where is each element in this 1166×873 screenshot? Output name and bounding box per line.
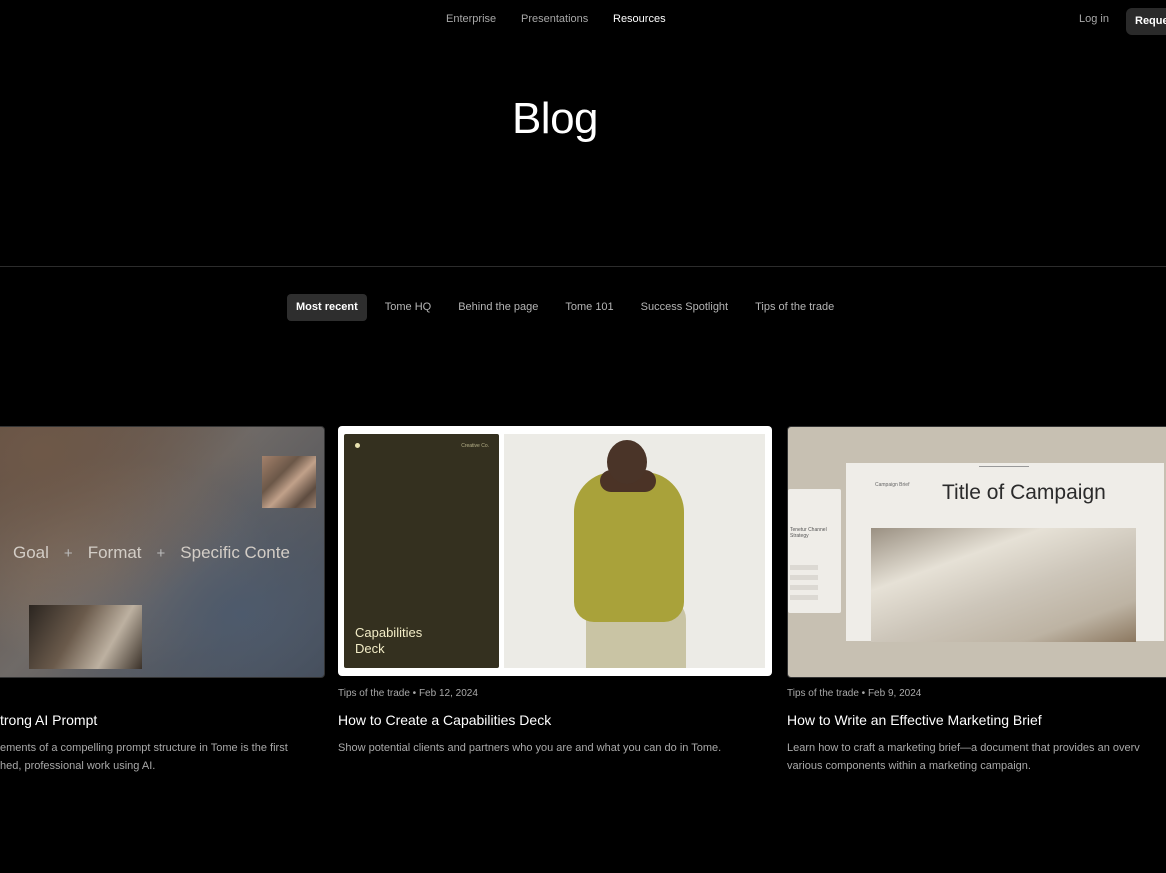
deck-company-label: Creative Co.	[461, 443, 489, 449]
campaign-slide-title: Title of Campaign	[942, 481, 1106, 504]
panel-row	[790, 585, 818, 590]
request-demo-button[interactable]: Reque	[1126, 8, 1166, 35]
filter-tome-101[interactable]: Tome 101	[556, 294, 622, 321]
panel-row	[790, 595, 818, 600]
filter-most-recent[interactable]: Most recent	[287, 294, 367, 321]
panel-row	[790, 575, 818, 580]
post-title-marketing[interactable]: How to Write an Effective Marketing Brie…	[787, 712, 1042, 728]
side-panel-slide: Tenetur Channel Strategy	[788, 489, 841, 613]
prompt-formula: Goal + Format + Specific Conte	[13, 543, 290, 563]
page-title: Blog	[511, 94, 599, 143]
campaign-brief-label: Campaign Brief	[875, 482, 910, 488]
post-title-capabilities[interactable]: How to Create a Capabilities Deck	[338, 712, 551, 728]
filter-tome-hq[interactable]: Tome HQ	[376, 294, 440, 321]
post-thumbnail-capabilities-deck[interactable]: Creative Co. Capabilities Deck	[338, 426, 772, 676]
panel-row	[790, 565, 818, 570]
nav-link-resources[interactable]: Resources	[613, 13, 666, 25]
prompt-part-format: Format	[87, 543, 142, 562]
plus-sign: +	[63, 545, 73, 562]
post-title-ai-prompt[interactable]: trong AI Prompt	[0, 712, 97, 728]
figure-jacket	[574, 472, 684, 622]
marble-texture-image	[262, 456, 316, 508]
filter-tips-of-the-trade[interactable]: Tips of the trade	[746, 294, 843, 321]
divider	[0, 266, 1166, 267]
description-line: Learn how to craft a marketing brief—a d…	[787, 742, 1140, 754]
campaign-slide: Campaign Brief Title of Campaign	[846, 463, 1164, 642]
filter-behind-the-page[interactable]: Behind the page	[449, 294, 547, 321]
fashion-photo	[504, 434, 765, 668]
post-description-ai-prompt: ements of a compelling prompt structure …	[0, 740, 288, 775]
top-nav: Enterprise Presentations Resources Log i…	[0, 0, 1166, 40]
deck-title: Capabilities Deck	[355, 625, 423, 656]
deck-logo-icon	[355, 443, 360, 448]
description-line: various components within a marketing ca…	[787, 759, 1031, 772]
figure-head	[607, 440, 647, 484]
description-line: ements of a compelling prompt structure …	[0, 742, 288, 754]
plus-sign: +	[156, 545, 166, 562]
side-panel-text: Tenetur Channel Strategy	[790, 527, 827, 539]
shirt-photo	[871, 528, 1136, 642]
prompt-part-specific: Specific Conte	[180, 543, 290, 562]
filter-success-spotlight[interactable]: Success Spotlight	[632, 294, 737, 321]
post-meta-marketing: Tips of the trade • Feb 9, 2024	[787, 688, 922, 699]
post-thumbnail-ai-prompt[interactable]: Goal + Format + Specific Conte	[0, 426, 325, 678]
post-description-capabilities: Show potential clients and partners who …	[338, 740, 721, 758]
nav-link-enterprise[interactable]: Enterprise	[446, 13, 496, 25]
post-thumbnail-marketing-brief[interactable]: Tenetur Channel Strategy Campaign Brief …	[787, 426, 1166, 678]
description-line: hed, professional work using AI.	[0, 759, 156, 772]
description-line: Show potential clients and partners who …	[338, 742, 722, 754]
desk-photo	[29, 605, 142, 669]
slide-progress-bar	[979, 466, 1029, 467]
category-filters: Most recent Tome HQ Behind the page Tome…	[287, 294, 852, 321]
nav-link-presentations[interactable]: Presentations	[521, 13, 588, 25]
prompt-part-goal: Goal	[13, 543, 49, 562]
deck-cover-slide: Creative Co. Capabilities Deck	[344, 434, 499, 668]
login-link[interactable]: Log in	[1079, 13, 1109, 25]
post-meta-capabilities: Tips of the trade • Feb 12, 2024	[338, 688, 478, 699]
post-description-marketing: Learn how to craft a marketing brief—a d…	[787, 740, 1140, 775]
